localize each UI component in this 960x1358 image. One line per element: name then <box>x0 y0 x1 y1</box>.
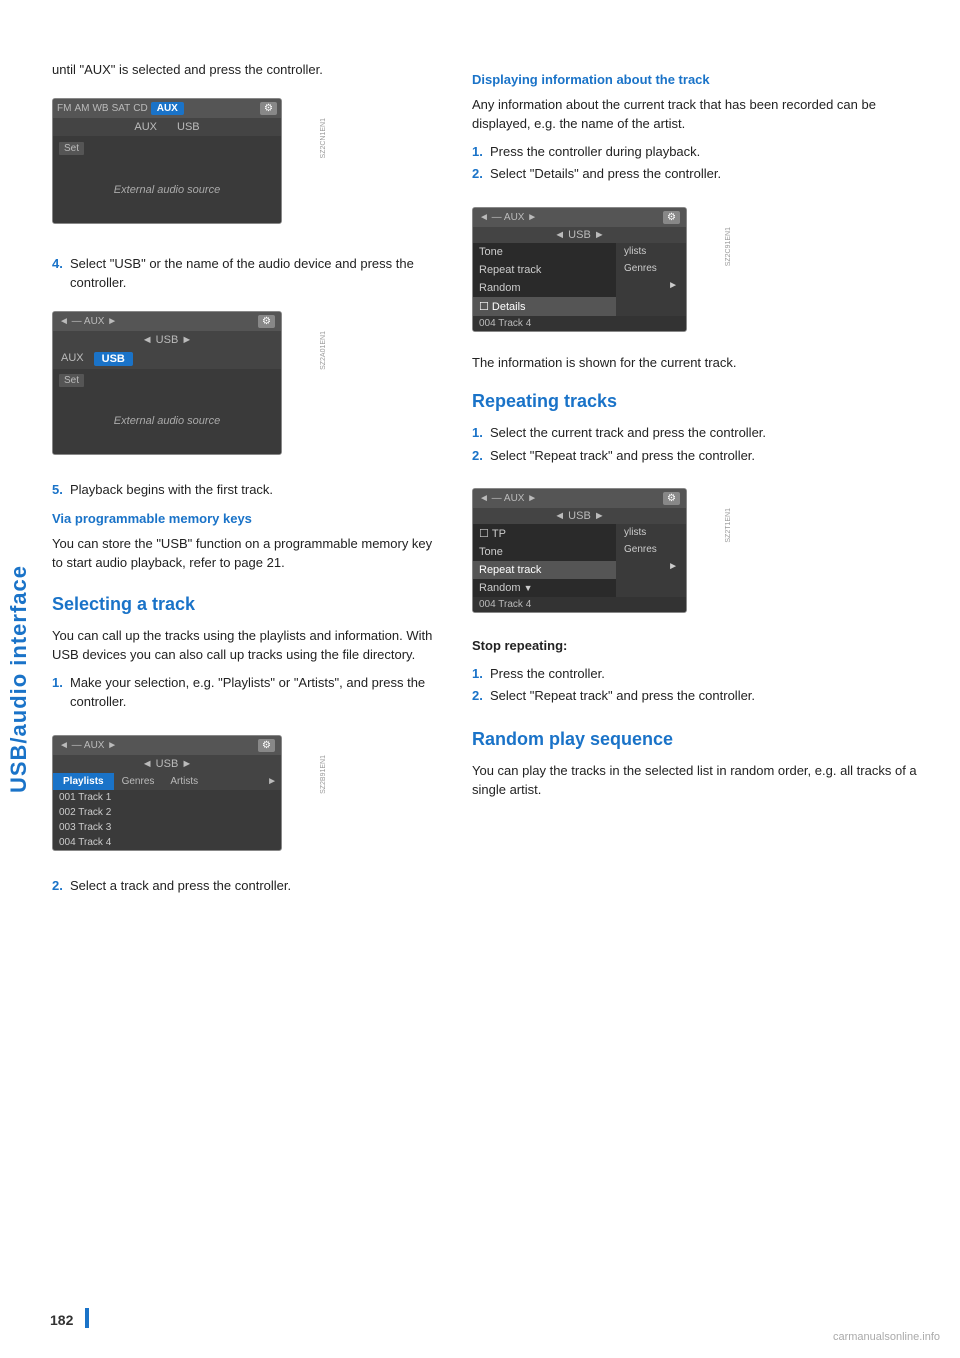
screen-playlists: ◄ — AUX ► ⚙ ◄ USB ► Playlists Genres Art… <box>52 725 282 861</box>
display-info-text: Any information about the current track … <box>472 95 930 134</box>
aux2-top-bar: ◄ — AUX ► <box>59 316 117 327</box>
stop-step1: 1. Press the controller. <box>472 664 930 684</box>
det-tab-genres: Genres <box>616 260 686 277</box>
pl-track-list: 001 Track 1 002 Track 2 003 Track 3 004 … <box>53 790 281 850</box>
rep-top-bar: ◄ — AUX ► <box>479 493 537 504</box>
sidebar-label: USB/audio interface <box>0 0 38 1358</box>
body-text-aux1: External audio source <box>114 184 220 196</box>
screen-repeat: ◄ — AUX ► ⚙ ◄ USB ► ☐TP Tone Repeat trac… <box>472 478 687 623</box>
det-sidenote: SZ2C91EN1 <box>725 227 732 266</box>
det-top-bar: ◄ — AUX ► <box>479 212 537 223</box>
selecting-text: You can call up the tracks using the pla… <box>52 626 442 665</box>
repeating-heading: Repeating tracks <box>472 388 930 415</box>
stop-step2: 2. Select "Repeat track" and press the c… <box>472 686 930 706</box>
aux2-tab-aux: AUX <box>61 352 84 366</box>
display-info-heading: Displaying information about the track <box>472 70 930 90</box>
aux2-icon: ⚙ <box>258 315 275 328</box>
watermark: carmanualsonline.info <box>833 1331 940 1343</box>
screen-details: ◄ — AUX ► ⚙ ◄ USB ► Tone Repeat track Ra… <box>472 197 687 342</box>
track-004: 004 Track 4 <box>53 835 281 850</box>
via-prog-text: You can store the "USB" function on a pr… <box>52 534 442 573</box>
det-status: 004 Track 4 <box>473 316 686 331</box>
det-arrow: ► <box>660 277 686 294</box>
select-step2: 2. Select a track and press the controll… <box>52 876 442 896</box>
pl-tab-genres: Genres <box>114 773 163 790</box>
track-002: 002 Track 2 <box>53 805 281 820</box>
select-step1: 1. Make your selection, e.g. "Playlists"… <box>52 673 442 712</box>
icon-settings: ⚙ <box>260 102 277 115</box>
step5-item: 5. Playback begins with the first track. <box>52 480 442 500</box>
tab-am: AM <box>74 103 89 114</box>
det-second-bar: ◄ USB ► <box>554 229 605 241</box>
screen-pl-sidenote: SZ2B91EN1 <box>320 755 327 794</box>
det-menu-random: Random <box>473 279 616 297</box>
rep-status: 004 Track 4 <box>473 597 686 612</box>
det-menu-repeat: Repeat track <box>473 261 616 279</box>
pl-second-bar: ◄ USB ► <box>142 758 193 770</box>
random-text: You can play the tracks in the selected … <box>472 761 930 800</box>
step4-item: 4. Select "USB" or the name of the audio… <box>52 254 442 293</box>
screen1-sidenote: SZ2CN1EN1 <box>320 118 327 158</box>
tab-aux-active: AUX <box>151 102 184 115</box>
rep-icon: ⚙ <box>663 492 680 505</box>
aux2-set-label: Set <box>59 374 84 387</box>
pl-top-bar: ◄ — AUX ► <box>59 740 117 751</box>
rep-arrow: ► <box>660 558 686 575</box>
subtab-usb: USB <box>177 121 200 133</box>
display-step2: 2. Select "Details" and press the contro… <box>472 164 930 184</box>
det-menu-details: ☐ Details <box>473 297 616 316</box>
pl-tab-playlists: Playlists <box>53 773 114 790</box>
random-heading: Random play sequence <box>472 726 930 753</box>
screen2-sidenote: SZ2A01EN1 <box>320 331 327 370</box>
display-step1: 1. Press the controller during playback. <box>472 142 930 162</box>
pl-tab-artists: Artists <box>162 773 206 790</box>
aux2-tab-usb: USB <box>94 352 133 366</box>
aux2-body-text: External audio source <box>114 415 220 427</box>
screen-aux2: ◄ — AUX ► ⚙ ◄ USB ► AUX USB Set External… <box>52 301 282 465</box>
selecting-heading: Selecting a track <box>52 591 442 618</box>
tab-cd: CD <box>133 103 147 114</box>
rep-sidenote: SZ2T1EN1 <box>725 508 732 543</box>
pl-icon: ⚙ <box>258 739 275 752</box>
det-tab-ylists: ylists <box>616 243 686 260</box>
screen-aux1: FM AM WB SAT CD AUX ⚙ AUX USB Set Extern… <box>52 88 282 234</box>
left-column: until "AUX" is selected and press the co… <box>52 60 442 903</box>
stop-repeating-label: Stop repeating: <box>472 636 930 656</box>
det-menu-tone: Tone <box>473 243 616 261</box>
tab-fm: FM <box>57 103 71 114</box>
rep-menu-repeat: Repeat track <box>473 561 616 579</box>
pl-arrow-right: ► <box>263 773 281 790</box>
tab-wb: WB <box>92 103 108 114</box>
rep-tab-ylists: ylists <box>616 524 686 541</box>
rep-menu-tp: ☐TP <box>473 524 616 543</box>
track-003: 003 Track 3 <box>53 820 281 835</box>
aux2-second-bar: ◄ USB ► <box>142 334 193 346</box>
via-prog-heading: Via programmable memory keys <box>52 509 442 529</box>
tab-sat: SAT <box>112 103 131 114</box>
page-number-bar <box>85 1308 89 1328</box>
intro-text: until "AUX" is selected and press the co… <box>52 60 442 80</box>
page-number: 182 <box>50 1312 73 1328</box>
rep-second-bar: ◄ USB ► <box>554 510 605 522</box>
right-column: Displaying information about the track A… <box>472 60 930 903</box>
track-001: 001 Track 1 <box>53 790 281 805</box>
sidebar-text: USB/audio interface <box>6 565 32 793</box>
rep-menu-random: Random ▼ <box>473 579 616 597</box>
repeat-step1: 1. Select the current track and press th… <box>472 423 930 443</box>
rep-menu-tone: Tone <box>473 543 616 561</box>
det-icon: ⚙ <box>663 211 680 224</box>
rep-tab-genres: Genres <box>616 541 686 558</box>
display-note: The information is shown for the current… <box>472 353 930 373</box>
set-label: Set <box>59 142 84 155</box>
subtab-aux: AUX <box>134 121 157 133</box>
repeat-step2: 2. Select "Repeat track" and press the c… <box>472 446 930 466</box>
